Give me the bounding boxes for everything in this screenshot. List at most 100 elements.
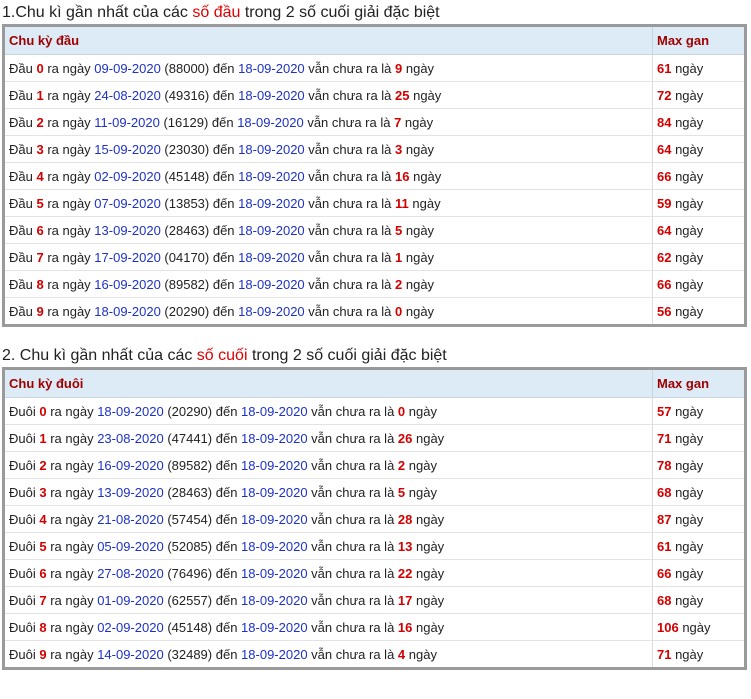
table-row: Đầu 4 ra ngày 02-09-2020 (45148) đến 18-… [5, 162, 744, 190]
row-digit: 5 [39, 538, 47, 554]
ngay-label: ngày [412, 538, 445, 554]
start-date: 02-09-2020 [94, 168, 161, 184]
result-code: (57454) [167, 511, 213, 527]
table-row: Đuôi 6 ra ngày 27-08-2020 (76496) đến 18… [5, 559, 744, 587]
start-date: 27-08-2020 [97, 565, 164, 581]
ngay-label: ngày [405, 646, 437, 662]
table-body: Đuôi 0 ra ngày 18-09-2020 (20290) đến 18… [5, 397, 744, 667]
van-chua-label: vẫn chưa ra là [304, 195, 396, 211]
end-date: 18-09-2020 [238, 249, 305, 265]
ngay-label: ngày [671, 565, 704, 581]
result-code: (45148) [167, 619, 213, 635]
cycle-cell: Đầu 9 ra ngày 18-09-2020 (20290) đến 18-… [5, 297, 653, 324]
end-date: 18-09-2020 [241, 592, 308, 608]
result-code: (62557) [167, 592, 213, 608]
ngay-label: ngày [405, 403, 437, 419]
max-gan-cell: 66 ngày [652, 559, 744, 587]
gap-days: 13 [397, 538, 413, 554]
max-gan-value: 66 [657, 276, 672, 292]
table-body: Đầu 0 ra ngày 09-09-2020 (88000) đến 18-… [5, 54, 744, 324]
table-row: Đuôi 1 ra ngày 23-08-2020 (47441) đến 18… [5, 424, 744, 452]
table-row: Đuôi 2 ra ngày 16-09-2020 (89582) đến 18… [5, 451, 744, 479]
ra-ngay-label: ra ngày [46, 646, 98, 662]
ra-ngay-label: ra ngày [46, 511, 98, 527]
row-prefix: Đuôi [9, 430, 40, 446]
ra-ngay-label: ra ngày [43, 114, 95, 130]
ngay-label: ngày [402, 222, 435, 238]
start-date: 13-09-2020 [97, 484, 164, 500]
start-date: 17-09-2020 [94, 249, 161, 265]
ngay-label: ngày [412, 619, 445, 635]
heading-highlight: số cuối [196, 347, 248, 364]
table-row: Đầu 0 ra ngày 09-09-2020 (88000) đến 18-… [5, 54, 744, 82]
ngay-label: ngày [402, 60, 435, 76]
row-prefix: Đầu [9, 249, 37, 265]
cycle-cell: Đầu 4 ra ngày 02-09-2020 (45148) đến 18-… [5, 162, 653, 190]
table-panel: Chu kỳ đầu Max gan Đầu 0 ra ngày 09-09-2… [2, 24, 747, 327]
end-date: 18-09-2020 [241, 538, 308, 554]
max-gan-cell: 84 ngày [652, 108, 744, 136]
cycle-cell: Đầu 3 ra ngày 15-09-2020 (23030) đến 18-… [5, 135, 653, 163]
row-prefix: Đuôi [9, 592, 40, 608]
ra-ngay-label: ra ngày [46, 592, 98, 608]
header-max-gan: Max gan [652, 27, 744, 55]
ra-ngay-label: ra ngày [46, 403, 98, 419]
end-date: 18-09-2020 [238, 141, 305, 157]
ngay-label: ngày [408, 195, 441, 211]
ra-ngay-label: ra ngày [46, 457, 98, 473]
gap-days: 25 [395, 87, 410, 103]
start-date: 13-09-2020 [94, 222, 161, 238]
ngay-label: ngày [671, 430, 704, 446]
van-chua-label: vẫn chưa ra là [304, 87, 396, 103]
ra-ngay-label: ra ngày [43, 60, 95, 76]
max-gan-cell: 72 ngày [652, 81, 744, 109]
cycle-cell: Đuôi 3 ra ngày 13-09-2020 (28463) đến 18… [5, 478, 653, 506]
result-code: (76496) [167, 565, 213, 581]
start-date: 11-09-2020 [94, 114, 160, 130]
row-digit: 6 [36, 222, 44, 238]
table-row: Đầu 1 ra ngày 24-08-2020 (49316) đến 18-… [5, 81, 744, 109]
max-gan-cell: 62 ngày [652, 243, 744, 271]
end-date: 18-09-2020 [241, 403, 308, 419]
result-code: (20290) [164, 303, 210, 319]
cycle-cell: Đầu 8 ra ngày 16-09-2020 (89582) đến 18-… [5, 270, 653, 298]
max-gan-cell: 71 ngày [652, 640, 744, 667]
row-digit: 4 [36, 168, 44, 184]
ngay-label: ngày [671, 168, 704, 184]
cycle-cell: Đuôi 4 ra ngày 21-08-2020 (57454) đến 18… [5, 505, 653, 533]
max-gan-value: 72 [657, 87, 672, 103]
row-digit: 2 [36, 114, 44, 130]
table-row: Đầu 8 ra ngày 16-09-2020 (89582) đến 18-… [5, 270, 744, 298]
cycle-cell: Đuôi 2 ra ngày 16-09-2020 (89582) đến 18… [5, 451, 653, 479]
row-digit: 2 [39, 457, 47, 473]
row-digit: 0 [36, 60, 44, 76]
start-date: 02-09-2020 [97, 619, 164, 635]
table-header-row: Chu kỳ đuôi Max gan [5, 370, 744, 398]
ngay-label: ngày [405, 457, 437, 473]
cycle-cell: Đầu 7 ra ngày 17-09-2020 (04170) đến 18-… [5, 243, 653, 271]
result-code: (47441) [167, 430, 213, 446]
cycle-cell: Đuôi 0 ra ngày 18-09-2020 (20290) đến 18… [5, 397, 653, 425]
den-label: đến [209, 276, 239, 292]
cycle-cell: Đuôi 9 ra ngày 14-09-2020 (32489) đến 18… [5, 640, 653, 667]
cycle-cell: Đầu 5 ra ngày 07-09-2020 (13853) đến 18-… [5, 189, 653, 217]
max-gan-cell: 61 ngày [652, 532, 744, 560]
result-code: (04170) [164, 249, 210, 265]
van-chua-label: vẫn chưa ra là [307, 430, 398, 446]
header-cycle: Chu kỳ đuôi [5, 370, 653, 398]
table-row: Đầu 2 ra ngày 11-09-2020 (16129) đến 18-… [5, 108, 744, 136]
table-row: Đuôi 3 ra ngày 13-09-2020 (28463) đến 18… [5, 478, 744, 506]
max-gan-cell: 71 ngày [652, 424, 744, 452]
heading-prefix: 2. Chu kì gần nhất của các [2, 347, 197, 364]
max-gan-value: 62 [657, 249, 672, 265]
ngay-label: ngày [671, 222, 704, 238]
result-code: (52085) [167, 538, 213, 554]
max-gan-value: 56 [657, 303, 672, 319]
den-label: đến [212, 646, 242, 662]
row-prefix: Đuôi [9, 511, 40, 527]
cycle-cell: Đuôi 5 ra ngày 05-09-2020 (52085) đến 18… [5, 532, 653, 560]
max-gan-value: 68 [657, 484, 672, 500]
heading-suffix: trong 2 số cuối giải đặc biệt [247, 347, 447, 364]
row-digit: 8 [39, 619, 47, 635]
gap-days: 11 [395, 195, 409, 211]
